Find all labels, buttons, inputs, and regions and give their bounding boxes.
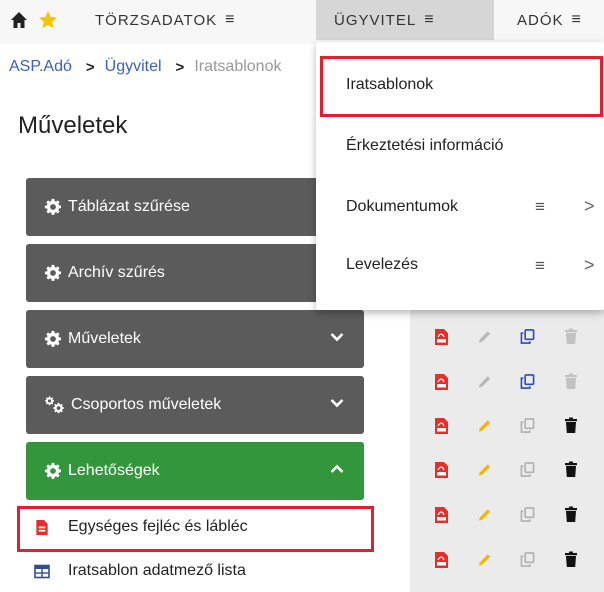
- edit-pencil-icon[interactable]: [477, 416, 492, 435]
- hamburger-icon: ≡: [571, 11, 581, 28]
- breadcrumb-link-aspado[interactable]: ASP.Adó: [9, 58, 72, 76]
- options-button[interactable]: Lehetőségek: [26, 442, 364, 500]
- breadcrumb-link-ugyvitel[interactable]: Ügyvitel: [105, 58, 162, 76]
- bulk-operations-button[interactable]: Csoportos műveletek: [26, 376, 364, 434]
- gear-icon: [44, 198, 62, 215]
- chevron-right-icon: >: [584, 255, 595, 275]
- pdf-icon[interactable]: [434, 416, 449, 435]
- edit-pencil-icon[interactable]: [477, 505, 492, 524]
- hamburger-icon: ≡: [535, 197, 545, 216]
- pdf-icon[interactable]: [434, 505, 449, 524]
- table-action-row: [434, 372, 604, 391]
- table-action-row: [434, 505, 604, 524]
- pdf-icon[interactable]: [434, 460, 449, 479]
- gear-icon: [44, 330, 62, 347]
- breadcrumb-separator: >: [85, 58, 95, 76]
- pdf-icon[interactable]: [434, 550, 449, 569]
- copy-icon[interactable]: [520, 372, 535, 391]
- dropdown-item-dokumentumok[interactable]: Dokumentumok: [346, 198, 458, 216]
- gear-icon: [44, 264, 62, 281]
- menu-label: ADÓK: [517, 11, 564, 29]
- hamburger-icon: ≡: [424, 11, 434, 28]
- delete-trash-icon: [563, 372, 578, 391]
- delete-trash-icon[interactable]: [563, 460, 578, 479]
- chevron-down-icon: [330, 333, 344, 342]
- pdf-icon[interactable]: [434, 372, 449, 391]
- hamburger-icon: ≡: [225, 11, 235, 28]
- button-label: Csoportos műveletek: [71, 396, 222, 413]
- archive-filter-button[interactable]: Archív szűrés: [26, 244, 364, 302]
- top-navigation: TÖRZSADATOK ≡ ÜGYVITEL ≡ ADÓK ≡: [0, 0, 604, 44]
- delete-trash-icon[interactable]: [563, 505, 578, 524]
- copy-icon[interactable]: [520, 327, 535, 346]
- button-label: Lehetőségek: [68, 462, 160, 479]
- copy-icon: [520, 550, 535, 569]
- breadcrumb-separator: >: [175, 58, 185, 76]
- breadcrumb: ASP.Adó > Ügyvitel > Iratsablonok: [9, 58, 281, 76]
- subitem-label: Iratsablon adatmező lista: [68, 562, 246, 579]
- menu-label: ÜGYVITEL: [334, 11, 417, 29]
- filter-table-button[interactable]: Táblázat szűrése: [26, 178, 364, 236]
- operations-button[interactable]: Műveletek: [26, 310, 364, 368]
- gears-icon: [45, 396, 64, 414]
- edit-pencil-icon[interactable]: [477, 460, 492, 479]
- copy-icon: [520, 460, 535, 479]
- menu-torzsadatok[interactable]: TÖRZSADATOK ≡: [95, 0, 234, 40]
- button-label: Archív szűrés: [68, 264, 165, 281]
- home-icon[interactable]: [10, 11, 28, 29]
- table-action-row: [434, 416, 604, 435]
- copy-icon: [520, 505, 535, 524]
- button-label: Műveletek: [68, 330, 141, 347]
- chevron-up-icon: [330, 464, 344, 473]
- dropdown-item-erkeztetesi-informacio[interactable]: Érkeztetési információ: [346, 137, 503, 155]
- copy-icon: [520, 416, 535, 435]
- table-action-row: [434, 327, 604, 346]
- delete-trash-icon[interactable]: [563, 550, 578, 569]
- button-label: Táblázat szűrése: [68, 198, 190, 215]
- highlight-box: [320, 56, 603, 117]
- table-icon: [34, 564, 50, 578]
- page-title: Műveletek: [18, 112, 128, 139]
- edit-pencil-icon: [477, 327, 492, 346]
- table-action-row: [434, 460, 604, 479]
- edit-pencil-icon: [477, 372, 492, 391]
- highlight-box: [17, 506, 374, 552]
- pdf-icon[interactable]: [434, 327, 449, 346]
- dropdown-item-levelezes[interactable]: Levelezés: [346, 256, 418, 274]
- edit-pencil-icon[interactable]: [477, 550, 492, 569]
- chevron-down-icon: [330, 399, 344, 408]
- star-icon[interactable]: [38, 10, 58, 30]
- table-action-row: [434, 550, 604, 569]
- delete-trash-icon[interactable]: [563, 416, 578, 435]
- menu-label: TÖRZSADATOK: [95, 11, 218, 29]
- breadcrumb-current: Iratsablonok: [194, 58, 282, 75]
- delete-trash-icon: [563, 327, 578, 346]
- chevron-right-icon: >: [584, 196, 595, 216]
- menu-ugyvitel[interactable]: ÜGYVITEL ≡: [316, 0, 494, 40]
- hamburger-icon: ≡: [535, 256, 545, 275]
- template-field-list-link[interactable]: Iratsablon adatmező lista: [34, 562, 246, 580]
- menu-adok[interactable]: ADÓK ≡: [517, 0, 581, 40]
- gear-icon: [44, 462, 62, 479]
